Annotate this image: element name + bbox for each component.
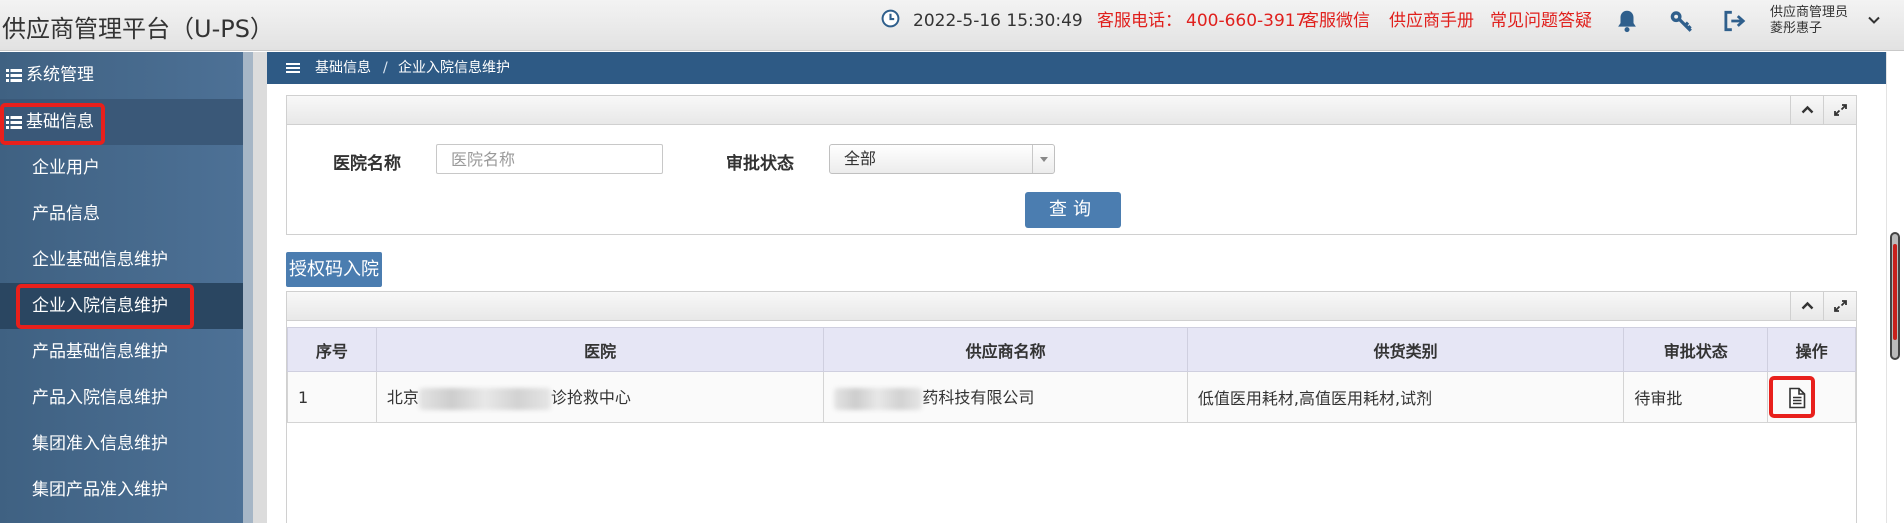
wechat-link[interactable]: 客服微信 — [1302, 0, 1370, 42]
expand-button[interactable] — [1823, 96, 1856, 124]
logout-icon[interactable] — [1721, 8, 1747, 34]
sidebar-group-label: 系统管理 — [26, 65, 94, 85]
collapse-icon — [1801, 301, 1814, 310]
collapse-button[interactable] — [1790, 96, 1823, 124]
hospital-name-suffix: 诊抢救中心 — [550, 388, 631, 408]
sidebar-item-group-access[interactable]: 集团准入信息维护 — [0, 421, 243, 467]
approval-status-label: 审批状态 — [726, 154, 794, 174]
chevron-down-icon[interactable] — [1866, 12, 1882, 28]
collapse-button[interactable] — [1790, 292, 1823, 320]
highlight-box — [0, 103, 105, 145]
cell-category: 低值医用耗材,高值医用耗材,试剂 — [1186, 371, 1625, 423]
expand-icon — [1834, 104, 1847, 116]
page-scrollbar[interactable] — [1886, 52, 1904, 523]
auth-code-button[interactable]: 授权码入院 — [286, 252, 382, 287]
datetime: 2022-5-16 15:30:49 — [913, 11, 1083, 31]
expand-button[interactable] — [1823, 292, 1856, 320]
cell-hospital: 北京 诊抢救中心 — [375, 371, 825, 423]
table-header-row: 序号 医院 供应商名称 供货类别 审批状态 操作 — [287, 327, 1856, 372]
redacted-text — [418, 387, 551, 410]
table-panel: 序号 医院 供应商名称 供货类别 审批状态 操作 1 北京 诊抢救中心 药科技有限… — [286, 291, 1857, 523]
breadcrumb-separator: / — [383, 60, 388, 76]
collapse-icon — [1801, 105, 1814, 114]
highlight-box — [1769, 376, 1816, 418]
approval-status-value: 全部 — [844, 149, 877, 168]
user-name: 菱彤惠子 — [1770, 21, 1823, 36]
sidebar-group-system[interactable]: 系统管理 — [0, 52, 243, 98]
key-icon[interactable] — [1668, 8, 1694, 34]
expand-icon — [1834, 300, 1847, 312]
column-header-action: 操作 — [1767, 327, 1856, 372]
sidebar-item-enterprise-user[interactable]: 企业用户 — [0, 145, 243, 191]
highlight-box — [16, 284, 194, 329]
breadcrumb: 基础信息 / 企业入院信息维护 — [267, 52, 1904, 84]
list-icon — [6, 69, 22, 82]
service-phone: 400-660-3917 — [1186, 11, 1307, 31]
sidebar-item-product-hospital[interactable]: 产品入院信息维护 — [0, 375, 243, 421]
search-panel: 医院名称 审批状态 全部 查询 — [286, 95, 1857, 235]
menu-icon[interactable] — [286, 63, 300, 73]
data-table: 序号 医院 供应商名称 供货类别 审批状态 操作 1 北京 诊抢救中心 药科技有限… — [287, 327, 1856, 423]
supplier-name-suffix: 药科技有限公司 — [922, 388, 1035, 408]
bell-icon[interactable] — [1614, 8, 1640, 34]
sidebar-scrollbar[interactable] — [243, 52, 253, 523]
column-header-index[interactable]: 序号 — [287, 327, 377, 372]
column-header-hospital[interactable]: 医院 — [375, 327, 825, 372]
hospital-name-prefix: 北京 — [386, 388, 419, 408]
page-scrollbar-thumb[interactable] — [1890, 232, 1900, 360]
column-header-status[interactable]: 审批状态 — [1623, 327, 1769, 372]
sidebar-splitter[interactable] — [253, 52, 267, 523]
manual-link[interactable]: 供应商手册 — [1389, 0, 1474, 42]
service-phone-label: 客服电话： — [1097, 11, 1182, 31]
app-window: 供应商管理平台（U-PS） 2022-5-16 15:30:49 客服电话： 4… — [0, 0, 1904, 523]
cell-index: 1 — [287, 371, 377, 423]
hospital-name-input[interactable] — [436, 144, 663, 174]
table-panel-header — [287, 292, 1856, 321]
cell-status: 待审批 — [1623, 371, 1769, 423]
sidebar-item-product-basic[interactable]: 产品基础信息维护 — [0, 329, 243, 375]
select-arrow[interactable] — [1032, 145, 1054, 173]
caret-down-icon — [1040, 157, 1048, 162]
search-panel-header — [287, 96, 1856, 125]
redacted-text — [834, 387, 923, 410]
column-header-category[interactable]: 供货类别 — [1186, 327, 1625, 372]
faq-link[interactable]: 常见问题答疑 — [1490, 0, 1592, 42]
app-title: 供应商管理平台（U-PS） — [2, 15, 274, 43]
approval-status-select[interactable]: 全部 — [829, 144, 1055, 174]
column-header-supplier[interactable]: 供应商名称 — [823, 327, 1188, 372]
table-row[interactable]: 1 北京 诊抢救中心 药科技有限公司 低值医用耗材,高值医用耗材,试剂 待审批 — [287, 371, 1856, 423]
sidebar: 系统管理 基础信息 企业用户 产品信息 企业基础信息维护 企业入院信息维护 产品… — [0, 52, 243, 523]
breadcrumb-current: 企业入院信息维护 — [398, 60, 510, 76]
clock-icon — [881, 9, 900, 28]
sidebar-item-product-info[interactable]: 产品信息 — [0, 191, 243, 237]
sidebar-item-enterprise-basic[interactable]: 企业基础信息维护 — [0, 237, 243, 283]
sidebar-item-group-product-access[interactable]: 集团产品准入维护 — [0, 467, 243, 513]
top-header: 供应商管理平台（U-PS） 2022-5-16 15:30:49 客服电话： 4… — [0, 0, 1904, 51]
cell-action — [1767, 371, 1856, 423]
breadcrumb-parent[interactable]: 基础信息 — [315, 52, 371, 84]
hospital-name-label: 医院名称 — [333, 154, 401, 174]
cell-supplier: 药科技有限公司 — [823, 371, 1188, 423]
query-button[interactable]: 查询 — [1025, 192, 1121, 228]
